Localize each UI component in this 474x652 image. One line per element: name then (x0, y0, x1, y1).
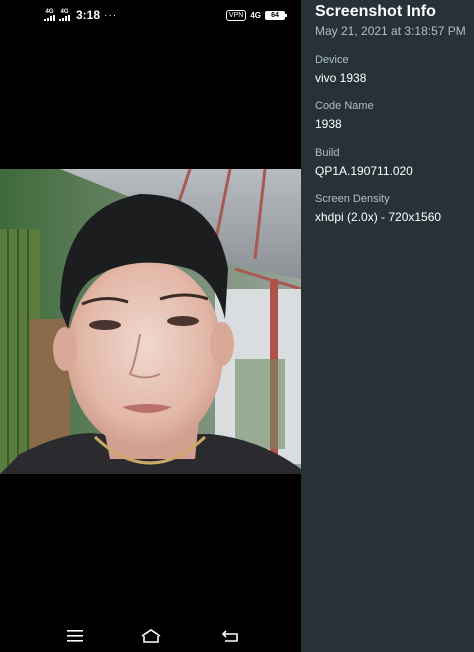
battery-icon: 64 (265, 11, 287, 20)
home-icon[interactable] (139, 624, 163, 648)
device-value: vivo 1938 (315, 71, 367, 85)
build-value: QP1A.190711.020 (315, 164, 413, 178)
screen-density-label: Screen Density (315, 193, 390, 205)
status-bar: 4G 4G 3:18 ··· VPN 4G 64 (0, 0, 301, 32)
device-label: Device (315, 54, 349, 66)
code-name-value: 1938 (315, 117, 342, 131)
screenshot-date: May 21, 2021 at 3:18:57 PM (315, 24, 466, 38)
navigation-bar (0, 620, 301, 652)
notification-dots: ··· (104, 9, 118, 21)
screenshot-root: 4G 4G 3:18 ··· VPN 4G 64 Screenshot Info… (0, 0, 474, 652)
screen-density-value: xhdpi (2.0x) - 720x1560 (315, 210, 442, 224)
status-time: 3:18 (76, 8, 101, 22)
screenshot-info-panel: Screenshot Info May 21, 2021 at 3:18:57 … (301, 0, 474, 652)
network-type-icon: 4G (250, 11, 261, 20)
panel-title: Screenshot Info (315, 3, 436, 20)
back-icon[interactable] (218, 624, 242, 648)
status-left: 4G 4G 3:18 ··· (44, 8, 117, 22)
sim1-signal-icon: 4G (44, 9, 55, 21)
selfie-image (0, 169, 301, 474)
menu-icon[interactable] (63, 624, 87, 648)
status-right: VPN 4G 64 (225, 10, 287, 21)
code-name-label: Code Name (315, 100, 374, 112)
selfie-photo[interactable] (0, 169, 301, 474)
build-label: Build (315, 147, 340, 159)
sim2-signal-icon: 4G (59, 9, 70, 21)
vpn-icon: VPN (225, 10, 247, 21)
phone-screen: 4G 4G 3:18 ··· VPN 4G 64 (0, 0, 301, 652)
